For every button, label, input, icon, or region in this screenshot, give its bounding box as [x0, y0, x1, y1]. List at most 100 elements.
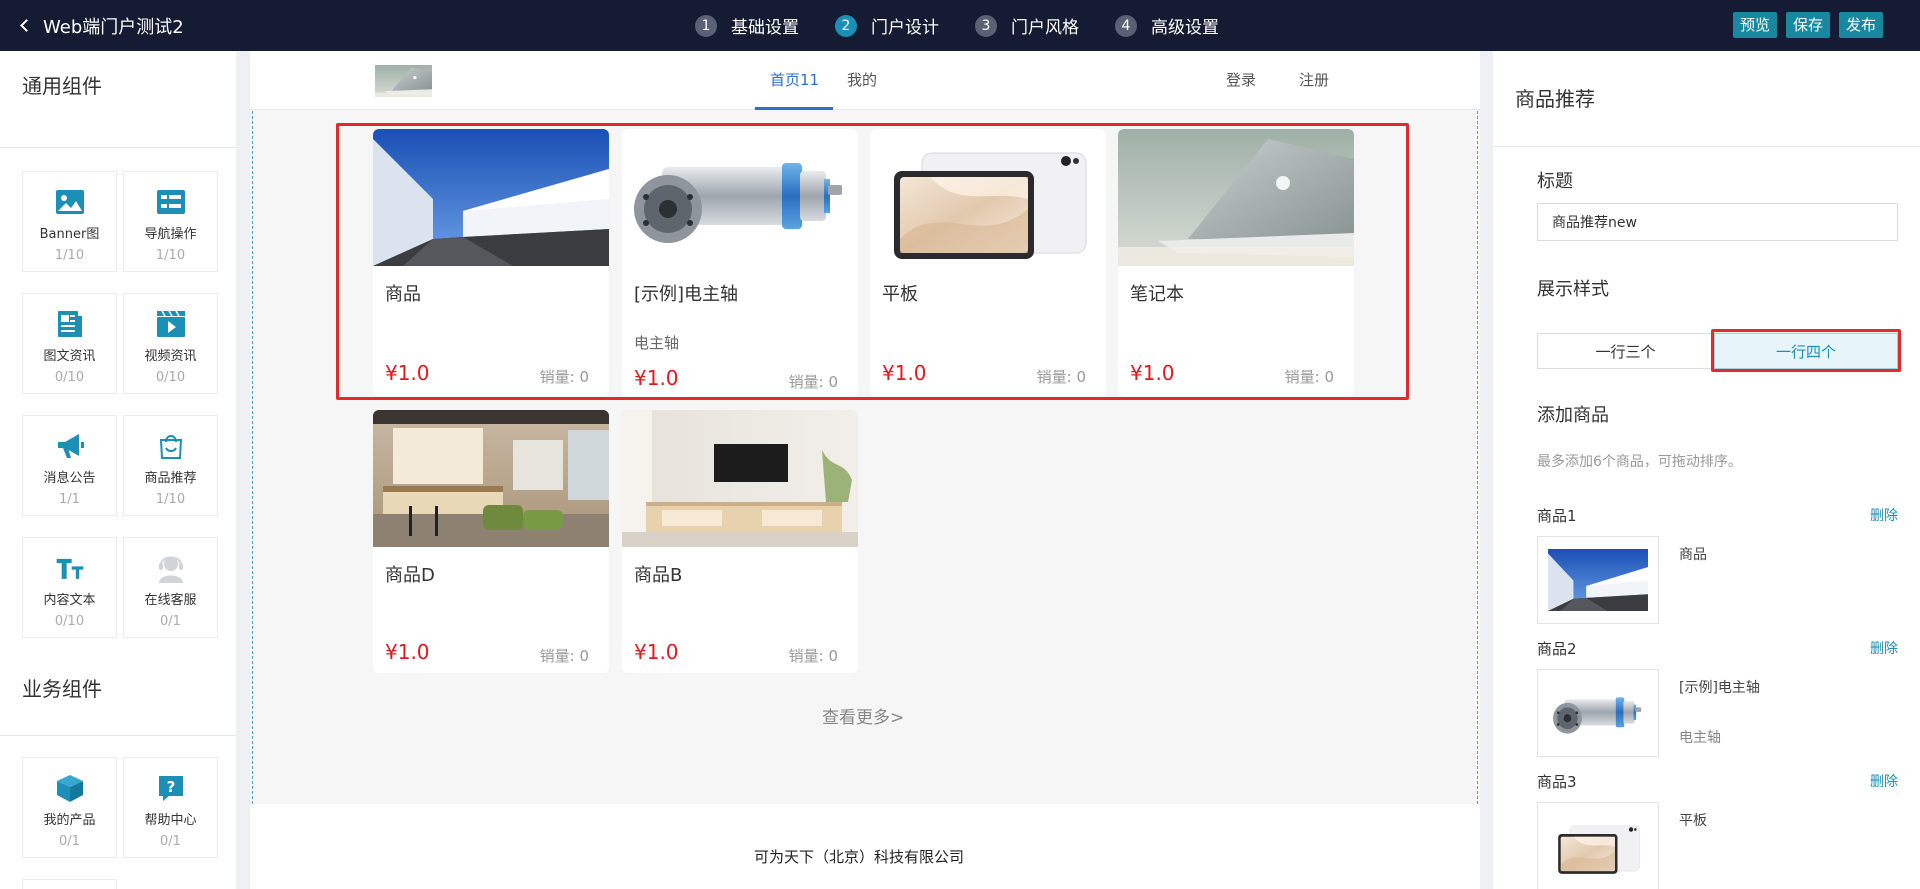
component-panel: 通用组件 Banner图 1/10 导航操作 1/10 图文资讯 0/10 视频… [0, 51, 236, 889]
grid-nav-icon [156, 187, 186, 217]
component-count: 1/10 [155, 492, 186, 507]
portal-footer: 可为天下（北京）科技有限公司 [250, 804, 1480, 889]
product-sales: 销量: 0 [539, 647, 589, 665]
product-sales: 销量: 0 [539, 368, 589, 386]
component-product-recommend[interactable]: 商品推荐 1/10 [123, 415, 218, 516]
customer-service-icon [156, 553, 186, 583]
step-label: 门户风格 [1011, 18, 1079, 38]
title-label: 标题 [1537, 171, 1573, 192]
product-title: [示例]电主轴 [634, 284, 739, 305]
component-my-products[interactable]: 我的产品 0/1 [22, 757, 117, 858]
component-name: 视频资讯 [144, 349, 197, 364]
product-price: ¥1.0 [634, 366, 679, 390]
step-nav: 1 基础设置 2 门户设计 3 门户风格 4 高级设置 [695, 0, 1255, 51]
tab-mine[interactable]: 我的 [847, 69, 877, 90]
product-card[interactable]: 商品B ¥1.0 销量: 0 [622, 410, 858, 673]
step-label: 门户设计 [871, 18, 939, 38]
product-thumbnail[interactable] [1537, 669, 1659, 757]
component-name: 我的产品 [43, 813, 96, 828]
component-rich-text[interactable]: 内容文本 0/10 [22, 537, 117, 638]
component-help-center[interactable]: ? 帮助中心 0/1 [123, 757, 218, 858]
login-link[interactable]: 登录 [1226, 69, 1256, 90]
product-card[interactable]: 平板 ¥1.0 销量: 0 [870, 129, 1106, 396]
publish-button[interactable]: 发布 [1838, 12, 1883, 38]
product-thumbnail[interactable] [1537, 536, 1659, 624]
style-three-per-row[interactable]: 一行三个 [1537, 333, 1714, 369]
component-article[interactable]: 图文资讯 0/10 [22, 293, 117, 394]
product-slot-label: 商品1 [1537, 507, 1577, 525]
video-icon [156, 309, 186, 339]
component-count: 0/10 [54, 614, 85, 629]
product-image [373, 129, 609, 266]
product-image [1548, 549, 1648, 611]
step-number: 4 [1115, 14, 1137, 37]
chevron-left-icon [20, 19, 33, 32]
divider [0, 735, 236, 736]
product-title: 商品B [634, 565, 683, 586]
component-name: 图文资讯 [43, 349, 96, 364]
component-name: 导航操作 [144, 227, 197, 242]
product-name: [示例]电主轴 [1679, 680, 1760, 696]
product-sales: 销量: 0 [1036, 368, 1086, 386]
save-button[interactable]: 保存 [1785, 12, 1830, 38]
step-portal-design[interactable]: 2 门户设计 [835, 13, 939, 38]
step-number: 2 [835, 14, 857, 37]
component-count: 0/1 [59, 834, 80, 849]
delete-button[interactable]: 删除 [1870, 505, 1898, 525]
product-card[interactable]: [示例]电主轴 电主轴 ¥1.0 销量: 0 [622, 129, 858, 396]
component-banner[interactable]: Banner图 1/10 [22, 171, 117, 272]
component-more[interactable] [22, 879, 117, 889]
divider [1493, 146, 1920, 147]
step-label: 高级设置 [1151, 18, 1219, 38]
component-name: 帮助中心 [144, 813, 197, 828]
product-sales: 销量: 0 [1284, 368, 1334, 386]
step-number: 1 [695, 14, 717, 37]
component-video[interactable]: 视频资讯 0/10 [123, 293, 218, 394]
component-name: 商品推荐 [144, 471, 197, 486]
component-online-service[interactable]: 在线客服 0/1 [123, 537, 218, 638]
delete-button[interactable]: 删除 [1870, 771, 1898, 791]
preview-button[interactable]: 预览 [1732, 12, 1777, 38]
component-name: Banner图 [39, 227, 100, 242]
product-image [1548, 682, 1648, 744]
design-canvas: 首页11 我的 登录 注册 商品 ¥1.0 销量: 0 [示例]电主轴 电主轴 … [250, 51, 1480, 889]
product-slot-label: 商品3 [1537, 773, 1577, 791]
product-card[interactable]: 商品 ¥1.0 销量: 0 [373, 129, 609, 396]
step-portal-style[interactable]: 3 门户风格 [975, 13, 1079, 38]
component-notice[interactable]: 消息公告 1/1 [22, 415, 117, 516]
back-button[interactable]: Web端门户测试2 [20, 0, 184, 51]
step-basic-settings[interactable]: 1 基础设置 [695, 13, 799, 38]
view-more-link[interactable]: 查看更多> [822, 703, 904, 728]
product-title: 商品D [385, 565, 435, 586]
product-image [1118, 129, 1354, 266]
panel-title: 商品推荐 [1515, 87, 1595, 111]
top-bar: Web端门户测试2 1 基础设置 2 门户设计 3 门户风格 4 高级设置 预览… [0, 0, 1920, 51]
component-count: 1/10 [155, 248, 186, 263]
megaphone-icon [55, 431, 85, 461]
display-style-label: 展示样式 [1537, 279, 1609, 300]
component-count: 0/1 [160, 834, 181, 849]
component-count: 0/10 [155, 370, 186, 385]
product-card[interactable]: 笔记本 ¥1.0 销量: 0 [1118, 129, 1354, 396]
product-card[interactable]: 商品D ¥1.0 销量: 0 [373, 410, 609, 673]
business-components-title: 业务组件 [22, 677, 102, 701]
product-thumbnail[interactable] [1537, 802, 1659, 889]
tab-home[interactable]: 首页11 [770, 69, 819, 90]
article-icon [55, 309, 85, 339]
box-icon [55, 773, 85, 803]
product-slot-label: 商品2 [1537, 640, 1577, 658]
step-advanced-settings[interactable]: 4 高级设置 [1115, 13, 1219, 38]
style-four-per-row[interactable]: 一行四个 [1714, 333, 1898, 369]
title-input[interactable] [1537, 203, 1898, 241]
product-name: 商品 [1679, 547, 1707, 563]
product-title: 笔记本 [1130, 284, 1184, 305]
product-price: ¥1.0 [385, 640, 430, 664]
property-panel: 商品推荐 标题 展示样式 一行三个 一行四个 添加商品 最多添加6个商品，可拖动… [1493, 51, 1920, 889]
component-name: 内容文本 [43, 593, 96, 608]
register-link[interactable]: 注册 [1299, 69, 1329, 90]
delete-button[interactable]: 删除 [1870, 638, 1898, 658]
product-price: ¥1.0 [385, 361, 430, 385]
product-image [870, 129, 1106, 266]
product-price: ¥1.0 [634, 640, 679, 664]
component-nav[interactable]: 导航操作 1/10 [123, 171, 218, 272]
